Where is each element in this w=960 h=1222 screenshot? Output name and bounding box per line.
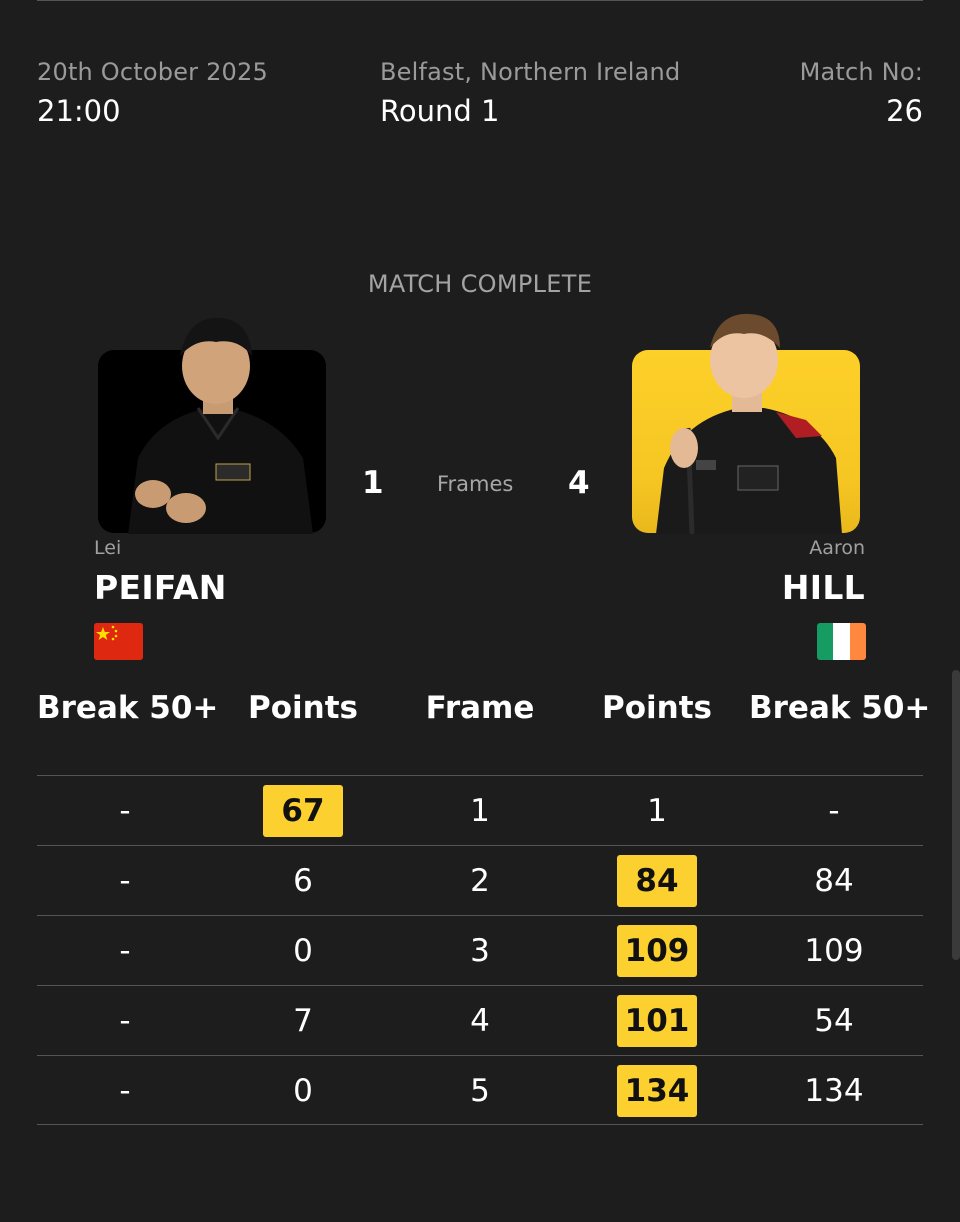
header-left-points: Points: [248, 690, 358, 726]
left-points-cell: 0: [293, 1073, 313, 1109]
match-datetime: 20th October 2025 21:00: [37, 58, 268, 128]
match-round: Round 1: [380, 94, 500, 128]
player-left-frames: 1: [362, 465, 384, 501]
player-right-photo: [656, 313, 842, 534]
left-break-cell: -: [119, 863, 131, 899]
match-venue: Belfast, Northern Ireland: [380, 58, 681, 86]
table-row: - 0 3 109 109: [37, 915, 923, 985]
left-points-cell: 6: [293, 863, 313, 899]
top-divider: [37, 0, 923, 1]
frames-label: Frames: [437, 472, 514, 496]
scrollbar[interactable]: [952, 670, 960, 960]
header-right-points: Points: [602, 690, 712, 726]
china-flag-icon: [94, 623, 143, 660]
right-break-cell: 54: [814, 1003, 854, 1039]
match-time: 21:00: [37, 94, 121, 128]
right-break-cell: 84: [814, 863, 854, 899]
match-number-value: 26: [886, 94, 923, 128]
left-points-cell: 0: [293, 933, 313, 969]
match-status: MATCH COMPLETE: [367, 270, 593, 298]
left-points-cell: 7: [293, 1003, 313, 1039]
match-number-label: Match No:: [799, 58, 923, 86]
match-date: 20th October 2025: [37, 58, 268, 86]
header-frame: Frame: [425, 690, 535, 726]
frame-cell: 4: [470, 1003, 490, 1039]
frame-cell: 3: [470, 933, 490, 969]
frame-cell: 1: [470, 793, 490, 829]
match-venue-round: Belfast, Northern Ireland Round 1: [380, 58, 680, 128]
player-left-last-name[interactable]: PEIFAN: [94, 568, 227, 607]
right-points-cell: 134: [617, 1065, 697, 1117]
ireland-flag-icon: [817, 623, 866, 660]
right-break-cell: 109: [804, 933, 864, 969]
table-row: - 7 4 101 54: [37, 985, 923, 1055]
left-break-cell: -: [119, 793, 131, 829]
header-right-break: Break 50+: [749, 690, 931, 726]
right-points-cell: 1: [647, 793, 667, 829]
right-points-cell: 84: [617, 855, 697, 907]
right-points-cell: 109: [617, 925, 697, 977]
frame-cell: 2: [470, 863, 490, 899]
player-left-first-name: Lei: [94, 537, 122, 559]
match-number: Match No: 26: [800, 58, 923, 128]
table-row: - 6 2 84 84: [37, 845, 923, 915]
frame-cell: 5: [470, 1073, 490, 1109]
left-break-cell: -: [119, 933, 131, 969]
left-points-cell: 67: [263, 785, 343, 837]
left-break-cell: -: [119, 1003, 131, 1039]
match-page: 20th October 2025 21:00 Belfast, Norther…: [0, 0, 960, 1222]
player-right-frames: 4: [568, 465, 590, 501]
table-row: - 0 5 134 134: [37, 1055, 923, 1125]
right-break-cell: 134: [804, 1073, 864, 1109]
player-left-photo: [128, 317, 313, 534]
header-left-break: Break 50+: [37, 690, 219, 726]
right-points-cell: 101: [617, 995, 697, 1047]
player-right-first-name: Aaron: [809, 537, 865, 559]
table-row: - 67 1 1 -: [37, 775, 923, 845]
player-right-last-name[interactable]: HILL: [782, 568, 865, 607]
right-break-cell: -: [828, 793, 840, 829]
left-break-cell: -: [119, 1073, 131, 1109]
